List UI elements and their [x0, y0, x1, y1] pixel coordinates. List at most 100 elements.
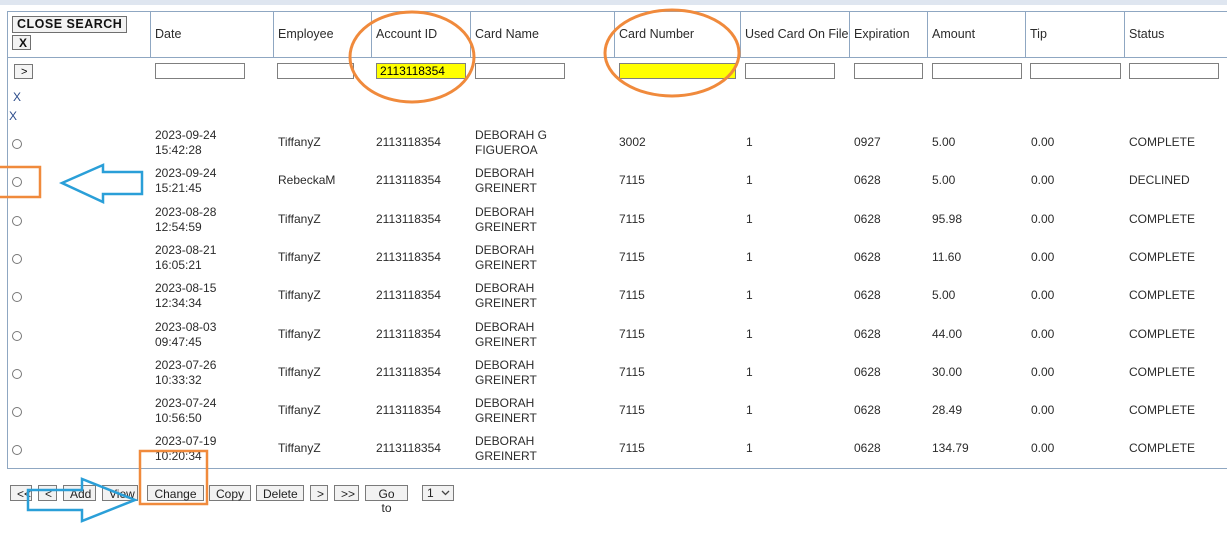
first-page-button[interactable]: <<: [10, 485, 32, 501]
cell-amount: 5.00: [932, 135, 956, 149]
cell-used-card: 1: [746, 173, 753, 188]
cell-expiration: 0628: [854, 326, 881, 341]
cell-time-line: 10:56:50: [155, 411, 202, 426]
column-header-tip[interactable]: Tip: [1026, 12, 1125, 57]
row-select-radio[interactable]: [12, 407, 22, 418]
cell-account-id: 2113118354: [376, 403, 441, 418]
cell-amount: 95.98: [932, 211, 963, 226]
cell-date: 2023-07-24 10:56:50: [155, 396, 216, 426]
filter-status-input[interactable]: [1129, 63, 1219, 79]
row-select-radio[interactable]: [12, 445, 22, 456]
cell-date: 2023-09-24 15:42:28: [155, 128, 216, 158]
row-select-radio[interactable]: [12, 253, 22, 264]
filter-card-name-input[interactable]: [475, 63, 565, 79]
filter-employee-input[interactable]: [277, 63, 354, 79]
close-x-button[interactable]: X: [12, 35, 31, 50]
cell-card-name-line: DEBORAH G: [475, 128, 548, 142]
apply-filter-button[interactable]: >: [14, 64, 33, 79]
row-select-radio[interactable]: [12, 177, 22, 188]
copy-button[interactable]: Copy: [209, 485, 251, 501]
row-select-radio[interactable]: [12, 330, 22, 341]
cell-amount: 134.79: [932, 441, 969, 456]
add-button[interactable]: Add: [63, 485, 96, 501]
last-page-button[interactable]: >>: [334, 485, 359, 501]
cell-card-name-line: DEBORAH: [475, 357, 535, 372]
next-page-button[interactable]: >: [310, 485, 328, 501]
cell-date: 2023-07-26 10:33:32: [155, 358, 216, 388]
cell-tip: 0.00: [1031, 211, 1055, 226]
change-button[interactable]: Change: [147, 485, 204, 501]
cell-card-number: 7115: [619, 211, 645, 226]
column-header-amount[interactable]: Amount: [928, 12, 1026, 57]
cell-account-id: 2113118354: [376, 441, 441, 456]
cell-time-line: 15:42:28: [155, 143, 202, 157]
cell-expiration: 0628: [854, 403, 881, 418]
cell-card-number: 7115: [619, 441, 645, 456]
cell-card-name-line: FIGUEROA: [475, 143, 538, 157]
cell-employee: TiffanyZ: [278, 249, 321, 264]
cell-employee: RebeckaM: [278, 173, 336, 188]
cell-expiration: 0628: [854, 211, 881, 226]
page-select[interactable]: 1: [422, 485, 454, 501]
cell-amount: 5.00: [932, 288, 956, 303]
cell-time-line: 15:21:45: [155, 181, 202, 196]
filter-expiration-input[interactable]: [854, 63, 923, 79]
close-search-button[interactable]: CLOSE SEARCH: [12, 16, 128, 33]
cell-status: COMPLETE: [1129, 441, 1196, 456]
cell-tip: 0.00: [1031, 326, 1055, 341]
cell-card-name-line: DEBORAH: [475, 166, 535, 181]
cell-status: COMPLETE: [1129, 211, 1196, 226]
column-header-status[interactable]: Status: [1125, 12, 1227, 57]
row-select-radio[interactable]: [12, 368, 22, 379]
filter-account-id-input[interactable]: [376, 63, 466, 79]
cell-date: 2023-08-03 09:47:45: [155, 320, 216, 350]
cell-tip: 0.00: [1031, 364, 1055, 379]
column-header-card-number[interactable]: Card Number: [615, 12, 741, 57]
cell-date: 2023-08-21 16:05:21: [155, 243, 216, 273]
filter-amount-input[interactable]: [932, 63, 1022, 79]
cell-account-id: 2113118354: [376, 211, 441, 226]
filter-card-number-input[interactable]: [619, 63, 736, 79]
row-select-radio[interactable]: [12, 292, 22, 303]
cell-date-line: 2023-08-03: [155, 319, 217, 334]
cell-amount: 5.00: [932, 173, 956, 188]
go-to-button[interactable]: Go to: [365, 485, 408, 515]
cell-amount: 44.00: [932, 326, 963, 341]
column-header-used-card-on-file[interactable]: Used Card On File: [741, 12, 850, 57]
header-actions-cell: CLOSE SEARCH X: [8, 12, 151, 57]
column-header-expiration[interactable]: Expiration: [850, 12, 928, 57]
column-header-account-id[interactable]: Account ID: [372, 12, 471, 57]
filter-tip-input[interactable]: [1030, 63, 1121, 79]
view-button[interactable]: View: [102, 485, 138, 501]
cell-expiration: 0628: [854, 173, 881, 188]
page-select-value: 1: [427, 486, 434, 500]
row-select-radio[interactable]: [12, 139, 22, 149]
cell-card-name-line: DEBORAH: [475, 319, 535, 334]
delete-button[interactable]: Delete: [256, 485, 304, 501]
column-header-date[interactable]: Date: [151, 12, 274, 57]
cell-card-name-line: GREINERT: [475, 296, 537, 311]
cell-card-name: DEBORAH GREINERT: [475, 205, 537, 235]
cell-card-name-line: GREINERT: [475, 219, 537, 234]
clear-filter-x-link[interactable]: X: [13, 90, 21, 104]
cell-date-line: 2023-09-24: [155, 128, 217, 142]
clear-row-x-link[interactable]: X: [9, 109, 17, 123]
previous-page-button[interactable]: <: [38, 485, 57, 501]
cell-amount: 11.60: [932, 249, 962, 264]
cell-card-name-line: GREINERT: [475, 181, 537, 196]
cell-date: 2023-08-28 12:54:59: [155, 205, 216, 235]
cell-status: COMPLETE: [1129, 249, 1196, 264]
cell-expiration: 0628: [854, 249, 881, 264]
column-header-employee[interactable]: Employee: [274, 12, 372, 57]
cell-card-number: 7115: [619, 173, 645, 188]
filter-date-input[interactable]: [155, 63, 245, 79]
cell-account-id: 2113118354: [376, 288, 441, 303]
column-header-card-name[interactable]: Card Name: [471, 12, 615, 57]
cell-card-name: DEBORAH GREINERT: [475, 166, 537, 196]
cell-employee: TiffanyZ: [278, 326, 321, 341]
cell-card-name-line: DEBORAH: [475, 204, 535, 219]
cell-card-name: DEBORAH GREINERT: [475, 281, 537, 311]
cell-date-line: 2023-08-28: [155, 204, 217, 219]
filter-used-card-input[interactable]: [745, 63, 835, 79]
row-select-radio[interactable]: [12, 215, 22, 226]
